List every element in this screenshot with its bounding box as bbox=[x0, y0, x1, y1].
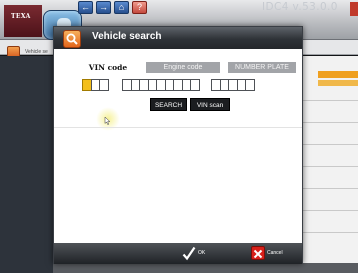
tab-vin-code[interactable]: VIN code bbox=[78, 62, 138, 73]
right-panel-highlight-2 bbox=[318, 80, 358, 86]
ok-button[interactable]: OK bbox=[198, 250, 205, 256]
home-icon[interactable]: ⌂ bbox=[114, 1, 129, 14]
texa-logo: TEXA bbox=[4, 5, 42, 37]
right-panel-row bbox=[303, 144, 358, 145]
right-panel-row bbox=[303, 188, 358, 189]
right-panel-row bbox=[303, 166, 358, 167]
back-arrow-icon[interactable]: ← bbox=[78, 1, 93, 14]
version-label: IDC4 v.53.0.0 bbox=[262, 1, 338, 13]
logo-text: TEXA bbox=[11, 13, 31, 20]
right-panel-row bbox=[303, 232, 358, 233]
right-panel-highlight bbox=[318, 71, 358, 78]
bottom-band bbox=[53, 263, 358, 273]
right-panel-row bbox=[303, 210, 358, 211]
vin-char-box[interactable] bbox=[99, 79, 109, 91]
vin-group-3 bbox=[211, 79, 255, 91]
vin-group-1 bbox=[82, 79, 109, 91]
nav-buttons: ← → ⌂ ? bbox=[78, 1, 147, 15]
dialog-divider bbox=[54, 127, 302, 128]
tab-engine-code[interactable]: Engine code bbox=[146, 62, 220, 73]
ok-check-icon[interactable] bbox=[182, 246, 196, 261]
right-panel bbox=[303, 56, 358, 266]
left-panel bbox=[0, 56, 53, 273]
vehicle-search-dialog: Vehicle search VIN code Engine code NUMB… bbox=[53, 26, 303, 264]
vin-char-box[interactable] bbox=[245, 79, 255, 91]
mouse-cursor-icon bbox=[104, 117, 111, 125]
search-button[interactable]: SEARCH bbox=[150, 98, 187, 111]
dialog-footer: OK Cancel bbox=[54, 243, 302, 264]
vin-group-2 bbox=[122, 79, 200, 91]
cancel-button[interactable]: Cancel bbox=[267, 250, 283, 256]
tab-number-plate[interactable]: NUMBER PLATE bbox=[228, 62, 296, 73]
right-panel-row bbox=[303, 122, 358, 123]
dialog-titlebar: Vehicle search bbox=[54, 27, 302, 49]
help-icon[interactable]: ? bbox=[132, 1, 147, 14]
breadcrumb: Vehicle se bbox=[25, 49, 48, 55]
search-icon bbox=[63, 30, 81, 48]
vin-char-box[interactable] bbox=[190, 79, 200, 91]
forward-arrow-icon[interactable]: → bbox=[96, 1, 111, 14]
vin-scan-button[interactable]: VIN scan bbox=[190, 98, 230, 111]
cancel-x-icon[interactable] bbox=[251, 246, 265, 260]
close-corner-button[interactable] bbox=[350, 2, 358, 16]
dialog-title: Vehicle search bbox=[92, 31, 162, 42]
right-panel-row bbox=[303, 100, 358, 101]
